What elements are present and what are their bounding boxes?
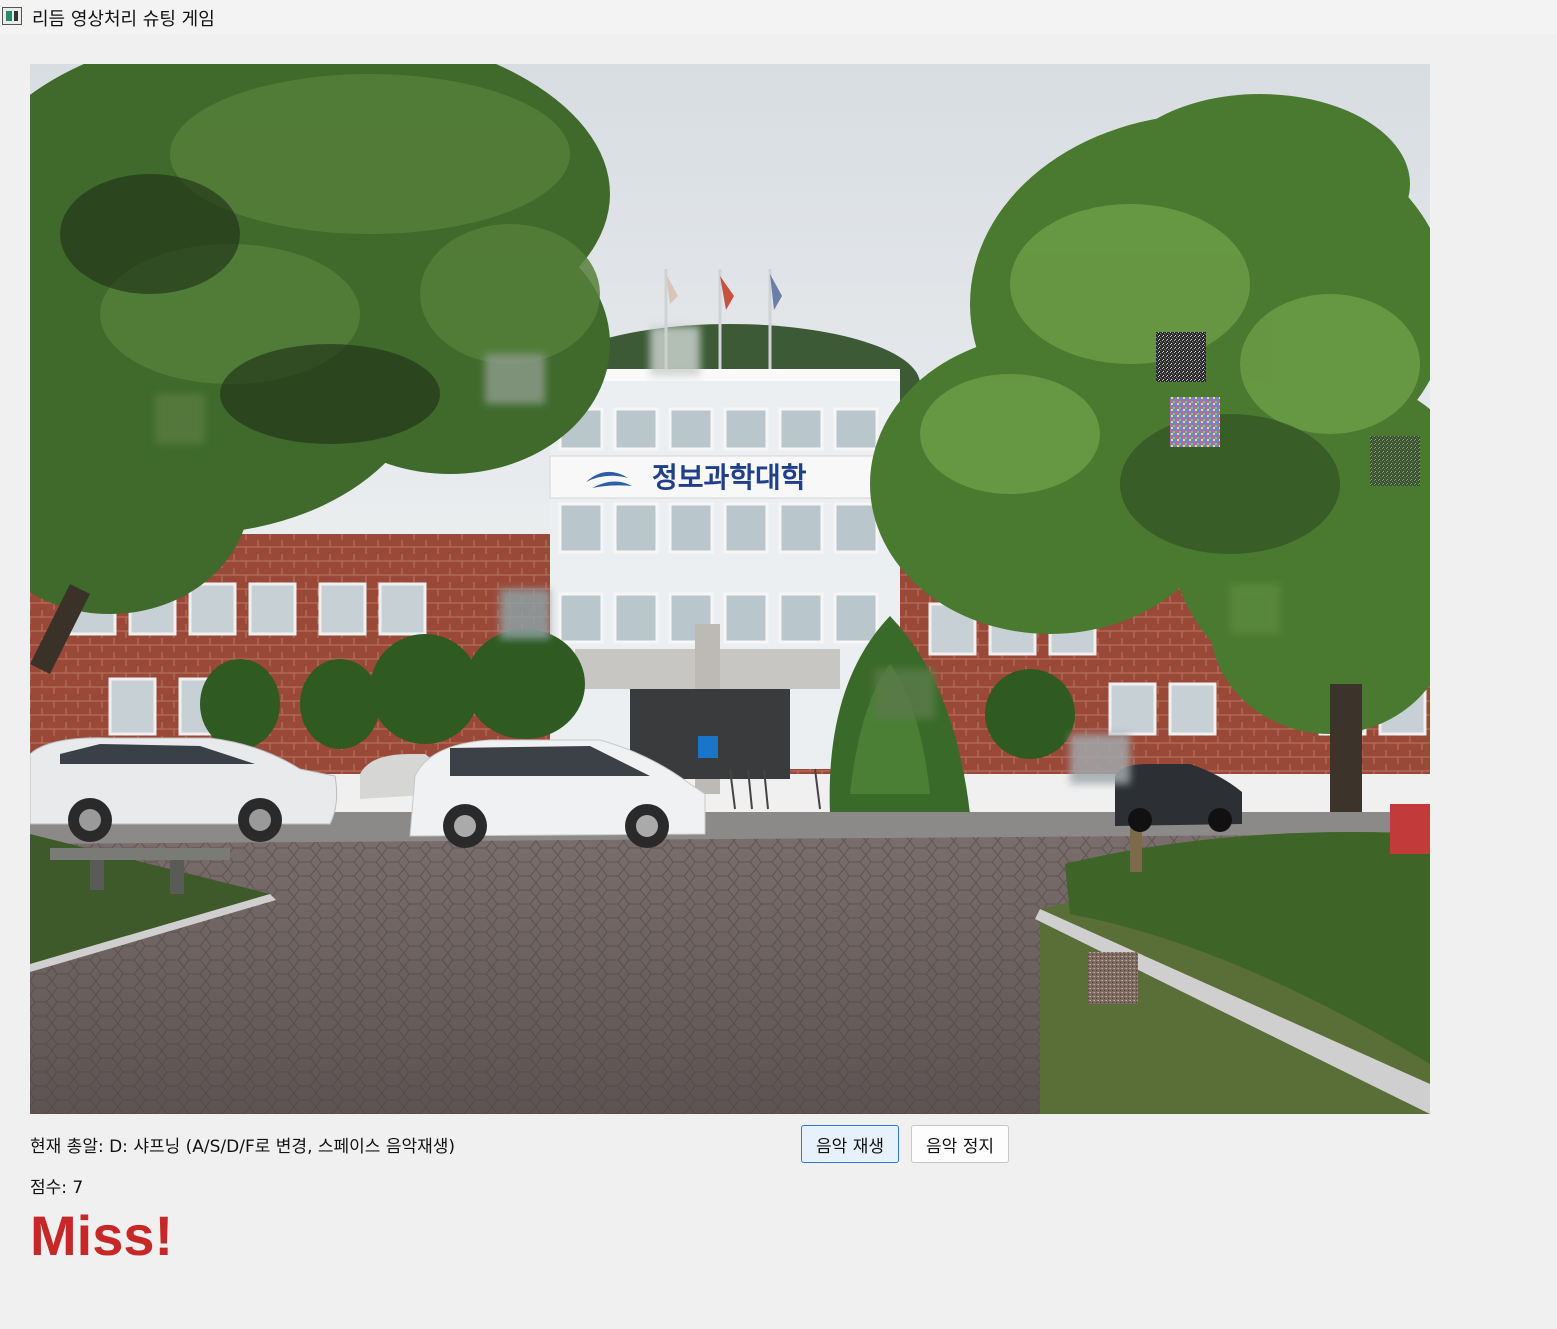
play-music-button[interactable]: 음악 재생 [801, 1125, 899, 1163]
target-grain[interactable] [1088, 952, 1138, 1004]
app-window-icon [2, 7, 22, 25]
target-dark[interactable] [1370, 436, 1420, 486]
stop-music-button[interactable]: 음악 정지 [911, 1125, 1009, 1163]
app-window: 리듬 영상처리 슈팅 게임 정보과학대학 현재 총알: D: 샤프닝 (A/S/… [0, 0, 1557, 1329]
game-scene-image[interactable]: 정보과학대학 [30, 64, 1430, 1114]
score-label: 점수: 7 [30, 1178, 84, 1198]
window-title: 리듬 영상처리 슈팅 게임 [32, 9, 215, 30]
building-sign: 정보과학대학 [652, 461, 807, 494]
judgement-label: Miss! [30, 1204, 174, 1267]
target-grayscale[interactable] [1156, 332, 1206, 382]
target-noise[interactable] [1170, 397, 1220, 447]
current-bullet-status: 현재 총알: D: 샤프닝 (A/S/D/F로 변경, 스페이스 음악재생) [30, 1137, 456, 1157]
title-bar: 리듬 영상처리 슈팅 게임 [0, 0, 1557, 34]
